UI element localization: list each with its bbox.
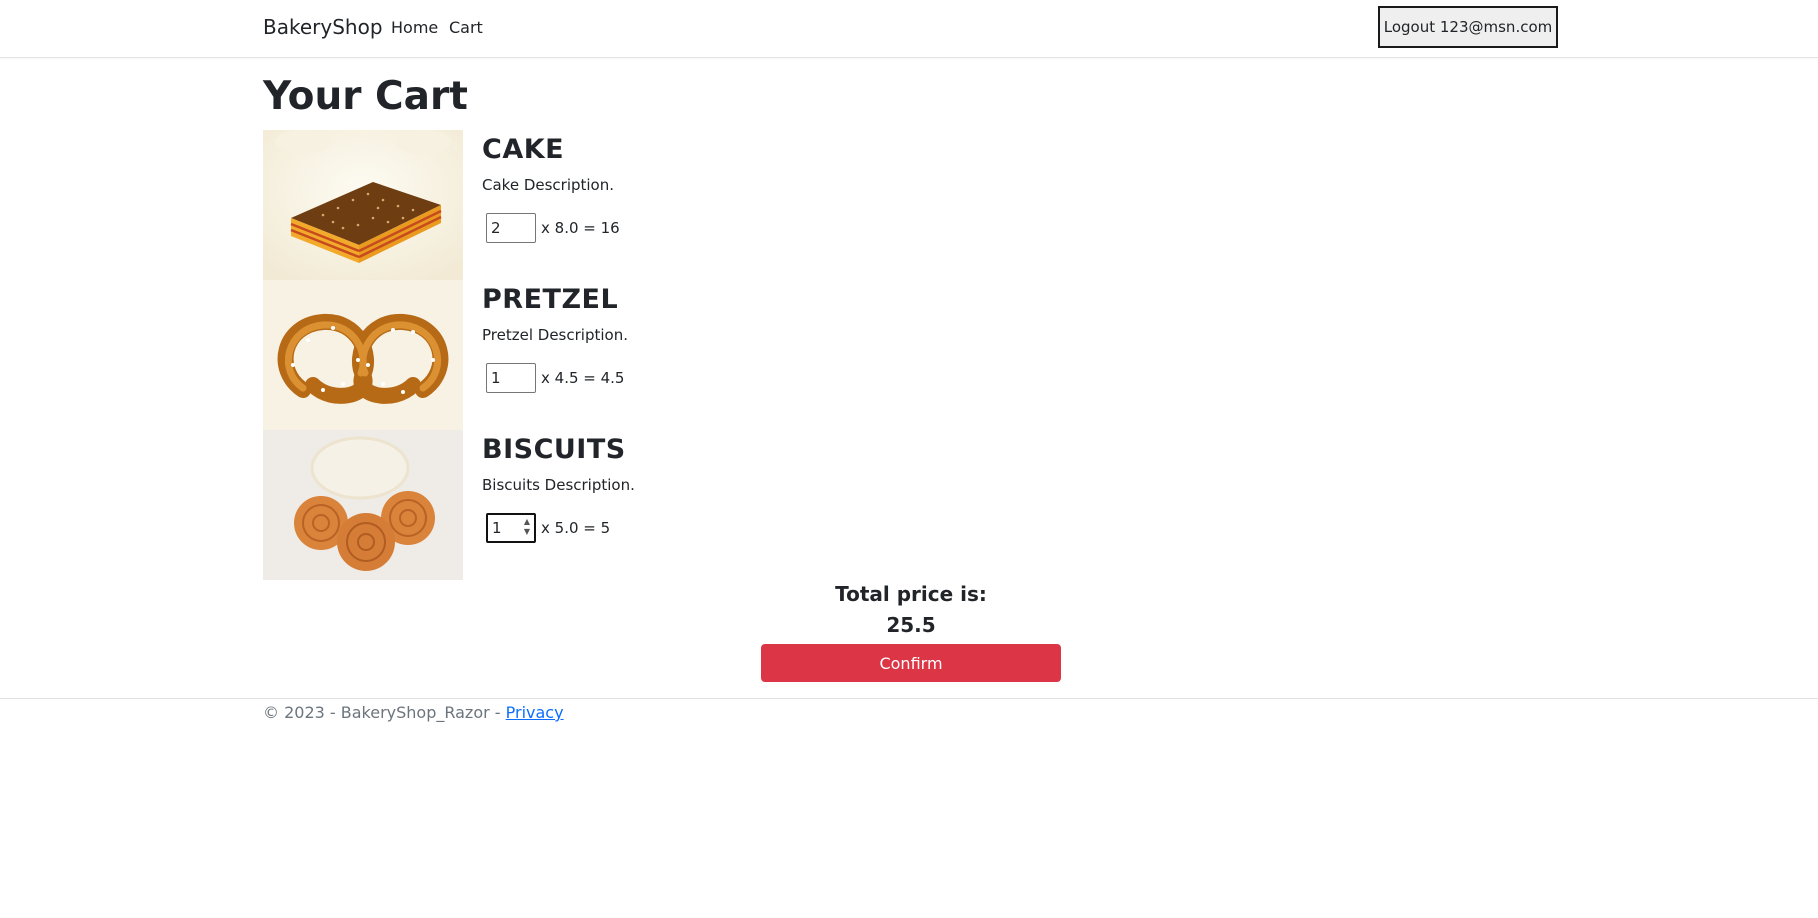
page-title: Your Cart (263, 74, 468, 119)
pretzel-image (263, 280, 463, 430)
total-price-value: 25.5 (886, 613, 936, 637)
footer: © 2023 - BakeryShop_Razor - Privacy (0, 698, 1818, 739)
spinner-arrows-icon[interactable]: ▲ ▼ (521, 517, 533, 539)
privacy-link[interactable]: Privacy (506, 703, 564, 722)
pretzel-quantity-input[interactable] (486, 363, 536, 393)
confirm-button[interactable]: Confirm (761, 644, 1061, 682)
total-price-label: Total price is: (835, 582, 987, 606)
pretzel-price-line: x 4.5 = 4.5 (541, 369, 625, 387)
cart-item-cake: CAKE Cake Description. x 8.0 = 16 (263, 130, 1063, 280)
navbar: BakeryShop Home Cart Logout 123@msn.com (0, 0, 1818, 58)
brand-link[interactable]: BakeryShop (263, 15, 383, 39)
cake-image (263, 130, 463, 280)
nav-cart-link[interactable]: Cart (449, 18, 483, 37)
biscuits-image (263, 430, 463, 580)
pretzel-description: Pretzel Description. (482, 326, 628, 344)
cake-name: CAKE (482, 134, 565, 165)
copyright-text: © 2023 - BakeryShop_Razor - (263, 703, 506, 722)
nav-home-link[interactable]: Home (391, 18, 438, 37)
logout-button[interactable]: Logout 123@msn.com (1378, 6, 1558, 48)
biscuits-name: BISCUITS (482, 434, 626, 465)
cake-price-line: x 8.0 = 16 (541, 219, 620, 237)
pretzel-name: PRETZEL (482, 284, 619, 315)
cake-description: Cake Description. (482, 176, 615, 194)
biscuits-description: Biscuits Description. (482, 476, 635, 494)
footer-text: © 2023 - BakeryShop_Razor - Privacy (263, 703, 564, 722)
cake-quantity-input[interactable] (486, 213, 536, 243)
biscuits-price-line: x 5.0 = 5 (541, 519, 611, 537)
cart-item-pretzel: PRETZEL Pretzel Description. x 4.5 = 4.5 (263, 280, 1063, 430)
cart-item-biscuits: BISCUITS Biscuits Description. ▲▼ x 5.0 … (263, 430, 1063, 580)
